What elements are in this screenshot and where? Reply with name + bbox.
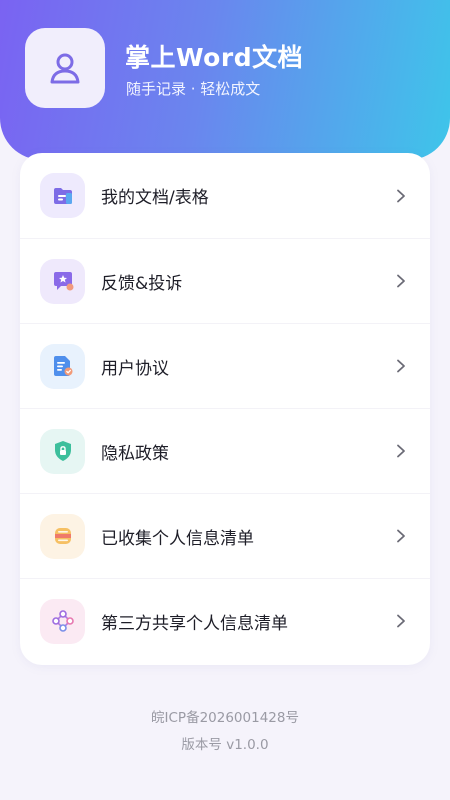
app-title: 掌上Word文档 <box>125 43 304 72</box>
document-folder-icon <box>53 187 72 204</box>
menu-item-feedback[interactable]: 反馈&投诉 <box>20 238 430 323</box>
menu-item-my-documents[interactable]: 我的文档/表格 <box>20 153 430 238</box>
chevron-right-icon <box>397 529 405 543</box>
user-avatar-icon <box>50 53 80 84</box>
menu-item-user-agreement[interactable]: 用户协议 <box>20 323 430 408</box>
chevron-right-icon <box>397 444 405 458</box>
profile-header: 掌上Word文档 随手记录 · 轻松成文 <box>0 0 450 160</box>
collected-info-icon <box>54 528 71 544</box>
icon-container <box>40 173 85 218</box>
chevron-right-icon <box>397 274 405 288</box>
icon-container <box>40 343 85 389</box>
menu-item-label: 已收集个人信息清单 <box>101 528 254 549</box>
chevron-right-icon <box>397 614 405 628</box>
icp-filing-link[interactable]: 皖ICP备2026001428号 <box>0 706 450 726</box>
menu-item-label: 第三方共享个人信息清单 <box>101 613 288 634</box>
app-subtitle: 随手记录 · 轻松成文 <box>126 80 261 98</box>
icon-container <box>40 428 85 474</box>
menu-item-privacy-policy[interactable]: 隐私政策 <box>20 408 430 493</box>
menu-item-collected-info[interactable]: 已收集个人信息清单 <box>20 493 430 578</box>
icon-container <box>40 258 85 304</box>
chevron-right-icon <box>397 359 405 373</box>
menu-item-third-party-share[interactable]: 第三方共享个人信息清单 <box>20 578 430 663</box>
chevron-right-icon <box>397 189 405 202</box>
icon-container <box>40 598 85 644</box>
version-text: 版本号 v1.0.0 <box>181 737 269 753</box>
menu-card: 我的文档/表格 反馈&投诉 用户协议 隐私政策 已收集个人信息清单 第三方共享个… <box>20 153 430 665</box>
agreement-document-icon <box>53 356 72 376</box>
menu-item-label: 隐私政策 <box>101 443 169 464</box>
feedback-star-icon <box>53 272 73 291</box>
menu-item-label: 用户协议 <box>101 358 169 379</box>
privacy-shield-icon <box>54 441 71 461</box>
icon-container <box>40 513 85 559</box>
menu-item-label: 反馈&投诉 <box>101 273 183 294</box>
menu-item-label: 我的文档/表格 <box>101 188 209 208</box>
avatar[interactable] <box>25 28 105 108</box>
third-party-share-icon <box>51 610 74 632</box>
